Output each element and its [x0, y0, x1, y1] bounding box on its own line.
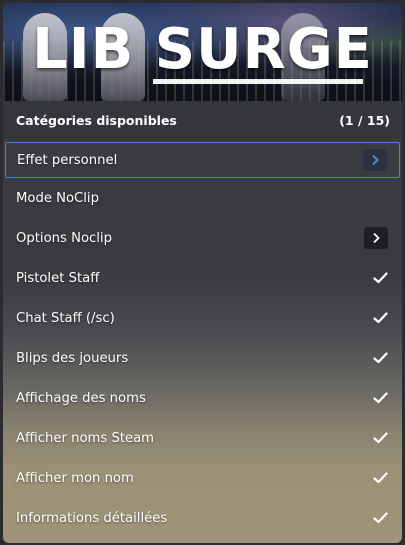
- logo-text: LIB SURGE: [32, 17, 373, 82]
- menu-item-blips-joueurs[interactable]: Blips des joueurs: [3, 338, 402, 378]
- checkmark-icon: [372, 271, 388, 285]
- checkmark-icon: [372, 351, 388, 365]
- menu-item-label: Pistolet Staff: [16, 270, 100, 286]
- subtitle-bar: Catégories disponibles (1 / 15): [3, 101, 402, 139]
- menu-item-label: Mode NoClip: [16, 190, 99, 206]
- admin-menu: LIB SURGE Catégories disponibles (1 / 15…: [3, 3, 402, 543]
- menu-item-mon-nom[interactable]: Afficher mon nom: [3, 458, 402, 498]
- menu-item-label: Chat Staff (/sc): [16, 310, 115, 326]
- category-heading: Catégories disponibles: [16, 112, 177, 128]
- menu-item-label: Afficher noms Steam: [16, 430, 155, 446]
- checkmark-icon: [372, 471, 388, 485]
- menu-items: Effet personnel Mode NoClip Options Nocl…: [3, 140, 402, 538]
- menu-item-affichage-noms[interactable]: Affichage des noms: [3, 378, 402, 418]
- menu-item-mode-noclip[interactable]: Mode NoClip: [3, 178, 402, 218]
- logo-underline: [153, 79, 363, 84]
- menu-item-pistolet-staff[interactable]: Pistolet Staff: [3, 258, 402, 298]
- menu-item-label: Informations détaillées: [16, 510, 168, 526]
- menu-item-label: Afficher mon nom: [16, 470, 134, 486]
- chevron-right-icon[interactable]: [363, 149, 387, 171]
- checkmark-icon: [372, 431, 388, 445]
- menu-banner: LIB SURGE: [3, 3, 402, 101]
- menu-item-label: Blips des joueurs: [16, 350, 129, 366]
- menu-item-chat-staff[interactable]: Chat Staff (/sc): [3, 298, 402, 338]
- checkmark-icon: [372, 511, 388, 525]
- checkmark-icon: [372, 391, 388, 405]
- menu-item-noms-steam[interactable]: Afficher noms Steam: [3, 418, 402, 458]
- menu-item-informations-detaillees[interactable]: Informations détaillées: [3, 498, 402, 538]
- menu-item-label: Options Noclip: [16, 230, 112, 246]
- checkmark-icon: [372, 311, 388, 325]
- menu-item-options-noclip[interactable]: Options Noclip: [3, 218, 402, 258]
- menu-item-label: Affichage des noms: [16, 390, 146, 406]
- page-counter: (1 / 15): [339, 112, 390, 128]
- chevron-right-icon[interactable]: [364, 227, 388, 249]
- menu-item-label: Effet personnel: [17, 152, 118, 168]
- menu-item-effet-personnel[interactable]: Effet personnel: [5, 142, 400, 178]
